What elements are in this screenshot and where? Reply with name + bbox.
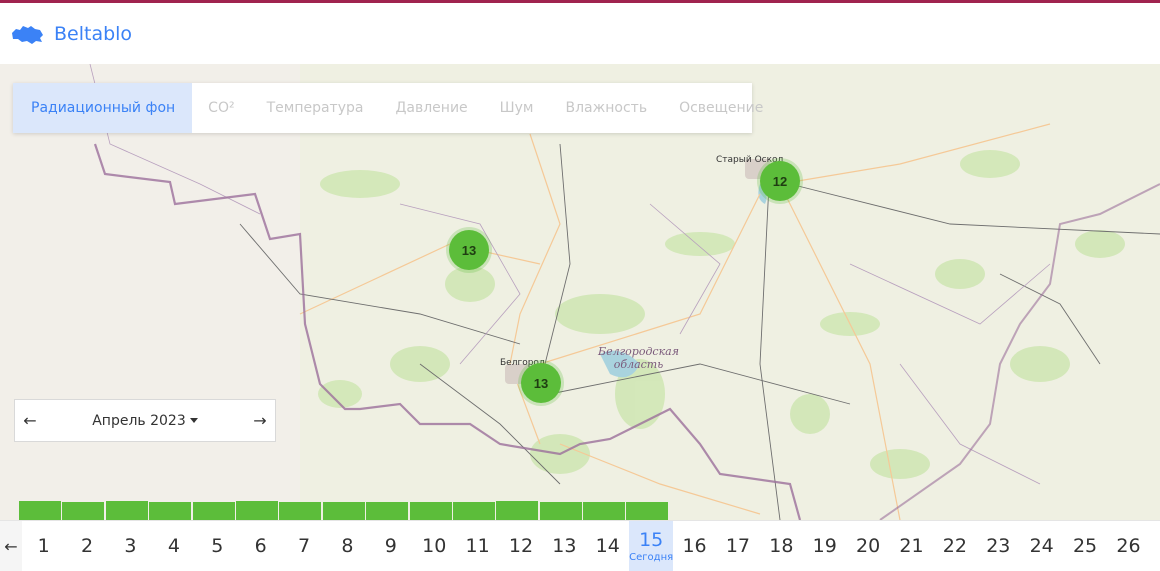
day-number: 14 xyxy=(595,535,620,557)
sensor-cluster-marker-belgorod[interactable]: 13 xyxy=(521,363,561,403)
metric-tabs: Радиационный фон CO² Температура Давлени… xyxy=(13,83,763,133)
sensor-cluster-marker-center[interactable]: 13 xyxy=(449,230,489,270)
sensor-cluster-marker-stary-oskol[interactable]: 12 xyxy=(760,161,800,201)
day-17[interactable]: 17 xyxy=(716,521,759,571)
day-data-bar[interactable] xyxy=(409,502,452,520)
tab-temperature[interactable]: Температура xyxy=(251,83,380,133)
day-number: 15 xyxy=(639,529,664,551)
day-number: 11 xyxy=(465,535,490,557)
tab-pressure[interactable]: Давление xyxy=(379,83,483,133)
day-number: 10 xyxy=(422,535,447,557)
day-data-bar[interactable] xyxy=(62,502,105,520)
day-data-bar[interactable] xyxy=(279,502,322,520)
prev-month-button[interactable]: ← xyxy=(15,411,45,430)
tab-noise[interactable]: Шум xyxy=(484,83,550,133)
day-22[interactable]: 22 xyxy=(933,521,976,571)
day-number: 6 xyxy=(254,535,267,557)
day-scroll-back-button[interactable]: ← xyxy=(0,521,22,571)
region-label: Белгородская область xyxy=(598,345,679,371)
day-7[interactable]: 7 xyxy=(282,521,325,571)
day-12[interactable]: 12 xyxy=(499,521,542,571)
day-number: 9 xyxy=(384,535,397,557)
day-number: 25 xyxy=(1072,535,1098,557)
day-number: 18 xyxy=(769,535,794,557)
day-25[interactable]: 25 xyxy=(1063,521,1106,571)
tab-humidity[interactable]: Влажность xyxy=(550,83,664,133)
day-14[interactable]: 14 xyxy=(586,521,629,571)
day-number: 13 xyxy=(552,535,577,557)
day-data-bar[interactable] xyxy=(452,502,495,520)
tab-radiation[interactable]: Радиационный фон xyxy=(13,83,193,133)
day-11[interactable]: 11 xyxy=(456,521,499,571)
day-number: 1 xyxy=(37,535,50,557)
day-6[interactable]: 6 xyxy=(239,521,282,571)
day-number: 12 xyxy=(508,535,534,557)
daily-data-bars xyxy=(19,501,670,520)
month-picker: ← Апрель 2023 → xyxy=(14,399,276,442)
day-20[interactable]: 20 xyxy=(846,521,889,571)
day-number: 7 xyxy=(297,535,311,557)
day-1[interactable]: 1 xyxy=(22,521,65,571)
day-number: 23 xyxy=(986,535,1011,557)
next-month-button[interactable]: → xyxy=(245,411,275,430)
day-number: 2 xyxy=(81,535,94,557)
month-label: Апрель 2023 xyxy=(92,412,186,429)
day-10[interactable]: 10 xyxy=(413,521,456,571)
tab-co2[interactable]: CO² xyxy=(192,83,250,133)
day-data-bar[interactable] xyxy=(192,502,235,520)
day-number: 20 xyxy=(856,535,881,557)
day-data-bar[interactable] xyxy=(105,501,148,520)
month-dropdown[interactable]: Апрель 2023 xyxy=(92,413,198,429)
day-8[interactable]: 8 xyxy=(326,521,369,571)
today-label: Сегодня xyxy=(629,552,674,563)
day-23[interactable]: 23 xyxy=(977,521,1020,571)
day-number: 24 xyxy=(1029,535,1054,557)
app-header: Beltablo xyxy=(0,3,1160,64)
day-2[interactable]: 2 xyxy=(65,521,108,571)
day-number: 5 xyxy=(211,535,224,557)
day-19[interactable]: 19 xyxy=(803,521,846,571)
day-number: 19 xyxy=(812,535,837,557)
day-number: 16 xyxy=(682,535,707,557)
day-15-today[interactable]: 15 Сегодня xyxy=(629,521,674,571)
day-number: 21 xyxy=(899,535,924,557)
day-4[interactable]: 4 xyxy=(152,521,195,571)
day-24[interactable]: 24 xyxy=(1020,521,1063,571)
day-data-bar[interactable] xyxy=(583,502,626,520)
brand-name[interactable]: Beltablo xyxy=(54,23,132,45)
day-5[interactable]: 5 xyxy=(196,521,239,571)
day-data-bar[interactable] xyxy=(322,502,365,520)
day-18[interactable]: 18 xyxy=(760,521,803,571)
day-data-bar[interactable] xyxy=(539,502,582,520)
day-number: 3 xyxy=(124,535,137,557)
day-data-bar[interactable] xyxy=(149,502,192,520)
day-3[interactable]: 3 xyxy=(109,521,152,571)
day-13[interactable]: 13 xyxy=(543,521,586,571)
day-number: 4 xyxy=(167,535,180,557)
day-16[interactable]: 16 xyxy=(673,521,716,571)
day-26[interactable]: 26 xyxy=(1107,521,1150,571)
day-number: 17 xyxy=(725,535,751,557)
day-data-bar[interactable] xyxy=(235,501,278,520)
day-data-bar[interactable] xyxy=(626,502,669,520)
day-9[interactable]: 9 xyxy=(369,521,412,571)
day-selector: ← 1 2 3 4 5 6 7 8 9 10 11 12 13 14 15 Сег… xyxy=(0,520,1160,571)
day-data-bar[interactable] xyxy=(19,501,61,520)
day-data-bar[interactable] xyxy=(366,502,409,520)
caret-down-icon xyxy=(189,418,198,423)
day-21[interactable]: 21 xyxy=(890,521,933,571)
belgorod-region-map-icon[interactable] xyxy=(10,23,44,45)
day-number: 8 xyxy=(341,535,354,557)
day-number: 26 xyxy=(1116,535,1141,557)
day-data-bar[interactable] xyxy=(496,501,539,520)
day-number: 22 xyxy=(942,535,967,557)
tab-illumination[interactable]: Освещение xyxy=(663,83,779,133)
